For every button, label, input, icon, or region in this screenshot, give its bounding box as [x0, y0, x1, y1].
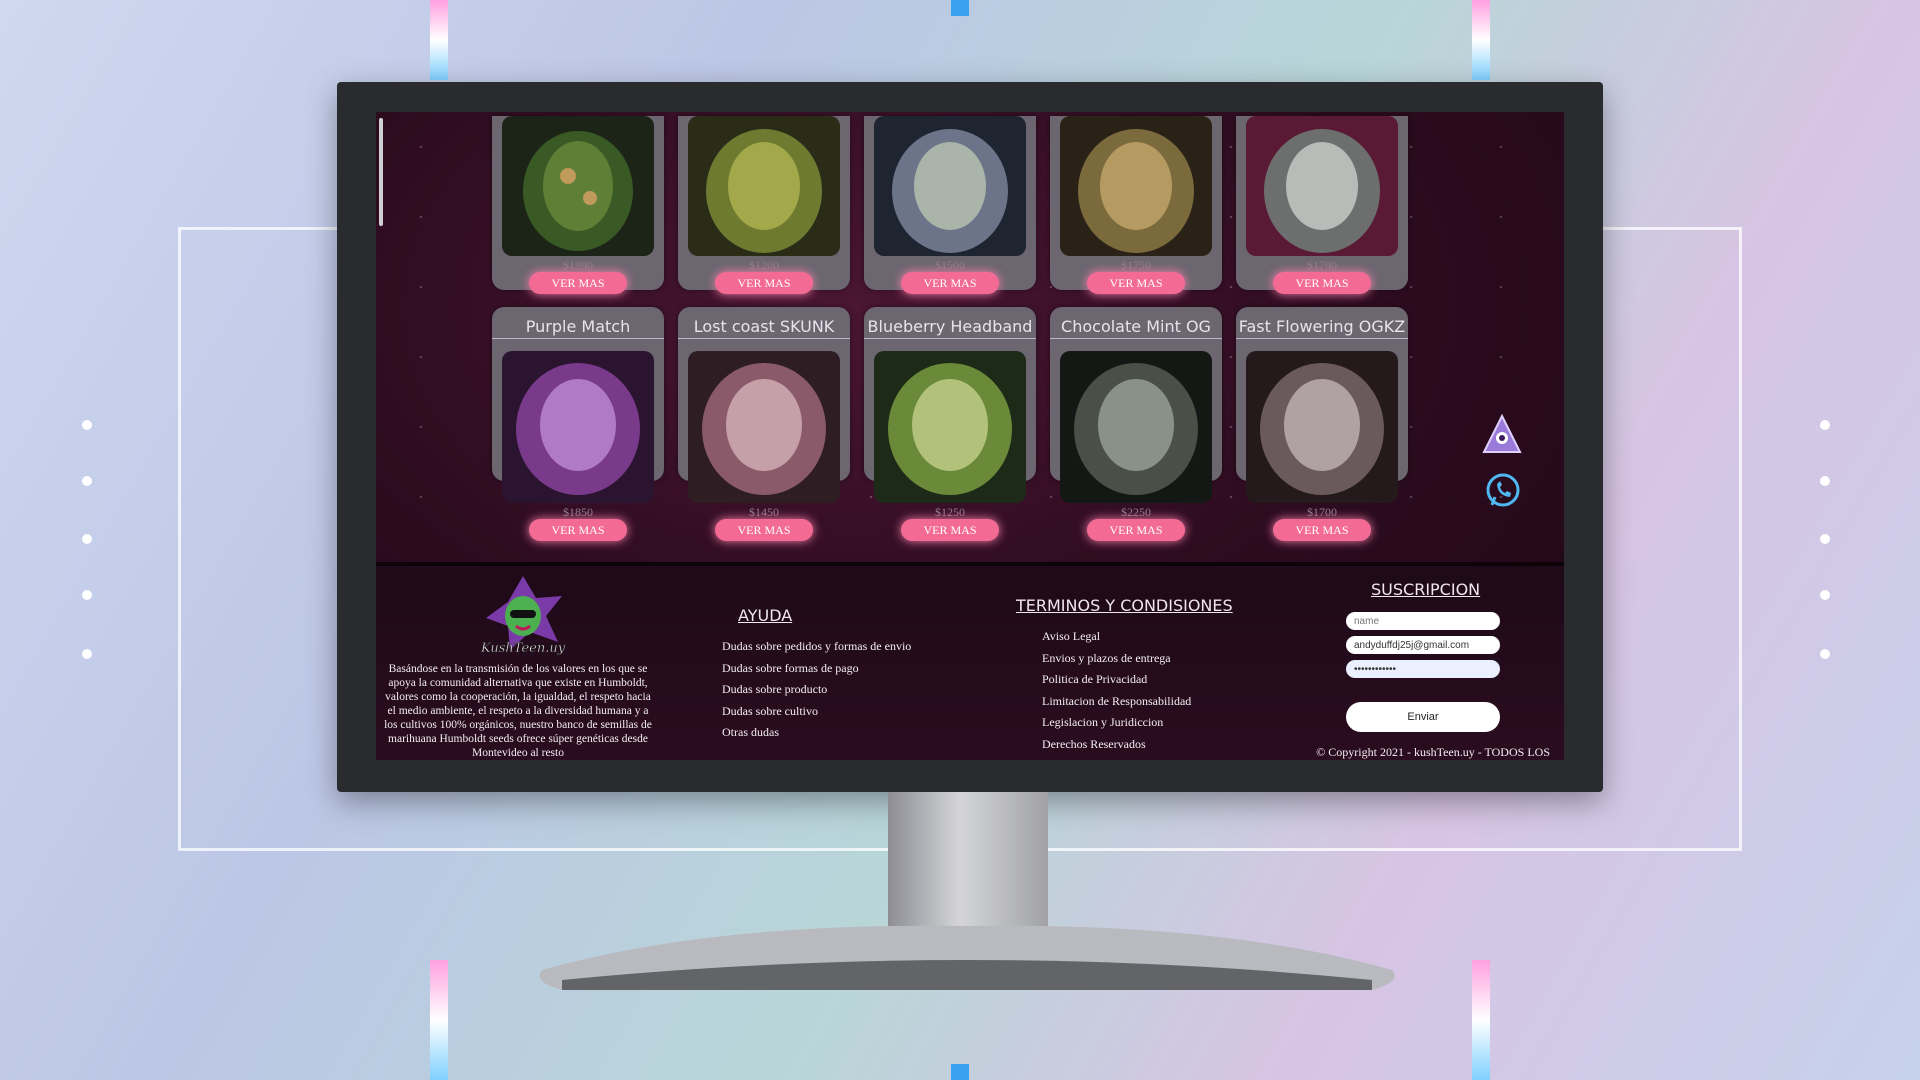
kushteen-logo: KushTeen.uy — [480, 576, 566, 656]
product-price: $1750 — [1121, 258, 1151, 272]
product-card: $1790 VER MAS — [1236, 116, 1408, 294]
ver-mas-button[interactable]: VER MAS — [901, 519, 999, 541]
terms-link[interactable]: Limitacion de Responsabilidad — [1042, 691, 1191, 713]
product-card: Fast Flowering OGKZ $1700 VER MAS — [1236, 307, 1408, 541]
accent-bar — [430, 960, 448, 1080]
terms-link[interactable]: Aviso Legal — [1042, 626, 1191, 648]
accent-bar — [1472, 0, 1490, 80]
help-title: AYUDA — [738, 606, 793, 625]
product-card: $1990 VER MAS — [492, 116, 664, 294]
product-name: Purple Match — [492, 317, 664, 339]
terms-link[interactable]: Derechos Reservados — [1042, 734, 1191, 756]
product-card: $1200 VER MAS — [678, 116, 850, 294]
product-image — [502, 116, 654, 256]
terms-link[interactable]: Envios y plazos de entrega — [1042, 648, 1191, 670]
help-links: Dudas sobre pedidos y formas de envio Du… — [722, 636, 911, 744]
monitor-neck — [888, 792, 1048, 940]
product-name: Blueberry Headband — [864, 317, 1036, 339]
help-link[interactable]: Dudas sobre producto — [722, 679, 911, 701]
help-link[interactable]: Otras dudas — [722, 722, 911, 744]
copyright: © Copyright 2021 - kushTeen.uy - TODOS L… — [1316, 745, 1550, 759]
product-image — [874, 116, 1026, 256]
terms-link[interactable]: Politica de Privacidad — [1042, 669, 1191, 691]
product-name: Fast Flowering OGKZ — [1236, 317, 1408, 339]
product-row-2: Purple Match $1850 VER MAS Lost coast SK… — [492, 307, 1412, 541]
product-image — [874, 351, 1026, 503]
svg-text:KushTeen.uy: KushTeen.uy — [480, 641, 566, 656]
product-card: Lost coast SKUNK $1450 VER MAS — [678, 307, 850, 541]
product-image — [688, 116, 840, 256]
product-card: Purple Match $1850 VER MAS — [492, 307, 664, 541]
website-screen: $1990 VER MAS $1200 VER MAS $1500 VER MA… — [376, 112, 1564, 760]
product-card: $1750 VER MAS — [1050, 116, 1222, 294]
product-image — [1246, 351, 1398, 503]
product-price: $1450 — [749, 505, 779, 519]
product-image — [502, 351, 654, 503]
product-price: $1850 — [563, 505, 593, 519]
help-link[interactable]: Dudas sobre formas de pago — [722, 658, 911, 680]
help-link[interactable]: Dudas sobre cultivo — [722, 701, 911, 723]
send-button[interactable]: Enviar — [1346, 702, 1500, 732]
email-input[interactable] — [1346, 636, 1500, 654]
alien-icon[interactable] — [1482, 414, 1522, 456]
product-card: Chocolate Mint OG $2250 VER MAS — [1050, 307, 1222, 541]
ver-mas-button[interactable]: VER MAS — [1273, 519, 1371, 541]
accent-square — [951, 0, 969, 16]
product-image — [1246, 116, 1398, 256]
footer-description: Basándose en la transmisión de los valor… — [384, 663, 652, 759]
ver-mas-button[interactable]: VER MAS — [901, 272, 999, 294]
ver-mas-button[interactable]: VER MAS — [1087, 272, 1185, 294]
scrollbar[interactable] — [379, 118, 383, 226]
product-name: Chocolate Mint OG — [1050, 317, 1222, 339]
subscription-title: SUSCRIPCION — [1371, 580, 1481, 599]
product-row-1: $1990 VER MAS $1200 VER MAS $1500 VER MA… — [492, 116, 1412, 294]
product-image — [1060, 116, 1212, 256]
product-price: $2250 — [1121, 505, 1151, 519]
product-image — [1060, 351, 1212, 503]
product-image — [688, 351, 840, 503]
product-price: $1990 — [563, 258, 593, 272]
accent-bar — [1472, 960, 1490, 1080]
product-price: $1790 — [1307, 258, 1337, 272]
name-input[interactable] — [1346, 612, 1500, 630]
ver-mas-button[interactable]: VER MAS — [1273, 272, 1371, 294]
terms-title: TERMINOS Y CONDISIONES — [1016, 596, 1233, 615]
accent-bar — [430, 0, 448, 80]
product-card: $1500 VER MAS — [864, 116, 1036, 294]
product-price: $1700 — [1307, 505, 1337, 519]
ver-mas-button[interactable]: VER MAS — [715, 519, 813, 541]
product-card: Blueberry Headband $1250 VER MAS — [864, 307, 1036, 541]
whatsapp-icon[interactable] — [1484, 472, 1522, 510]
ver-mas-button[interactable]: VER MAS — [715, 272, 813, 294]
ver-mas-button[interactable]: VER MAS — [1087, 519, 1185, 541]
product-name: Lost coast SKUNK — [678, 317, 850, 339]
accent-square — [951, 1064, 969, 1080]
product-price: $1250 — [935, 505, 965, 519]
terms-link[interactable]: Legislacion y Juridiccion — [1042, 712, 1191, 734]
monitor-stand — [539, 925, 1395, 990]
ver-mas-button[interactable]: VER MAS — [529, 519, 627, 541]
product-price: $1500 — [935, 258, 965, 272]
product-price: $1200 — [749, 258, 779, 272]
terms-links: Aviso Legal Envios y plazos de entrega P… — [1042, 626, 1191, 755]
footer: KushTeen.uy Basándose en la transmisión … — [376, 562, 1564, 760]
ver-mas-button[interactable]: VER MAS — [529, 272, 627, 294]
password-input[interactable] — [1346, 660, 1500, 678]
help-link[interactable]: Dudas sobre pedidos y formas de envio — [722, 636, 911, 658]
